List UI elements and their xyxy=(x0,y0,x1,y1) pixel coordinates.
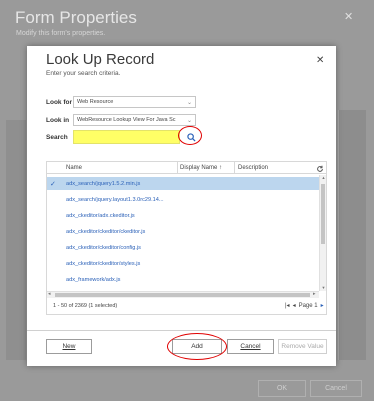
look-in-select[interactable]: WebResource Lookup View For Java Sc ⌄ xyxy=(73,114,196,126)
page-label: Page 1 xyxy=(298,302,318,309)
grid-header: Name Display Name ↑ Description xyxy=(47,162,326,174)
first-page-icon[interactable]: |◂ xyxy=(285,302,290,309)
table-row[interactable]: adx_ckeditor/adx.ckeditor.js xyxy=(47,209,319,222)
table-row[interactable]: adx_ckeditor/ckeditor/styles.js xyxy=(47,257,319,270)
table-row[interactable]: adx_framework/adx.js xyxy=(47,273,319,286)
scroll-right-icon[interactable]: ▸ xyxy=(313,291,316,297)
look-for-label: Look for xyxy=(46,99,72,106)
form-cancel-button[interactable]: Cancel xyxy=(310,380,362,397)
table-row[interactable]: adx_ckeditor/ckeditor/ckeditor.js xyxy=(47,225,319,238)
search-label: Search xyxy=(46,134,68,141)
annotation-circle-search xyxy=(178,126,202,145)
cancel-button[interactable]: Cancel xyxy=(227,339,274,354)
cancel-button-label: Cancel xyxy=(240,343,261,350)
scroll-up-icon[interactable]: ▲ xyxy=(320,175,327,180)
record-count-status: 1 - 50 of 2369 (1 selected) xyxy=(53,303,118,309)
vertical-scroll-thumb[interactable] xyxy=(321,184,325,244)
refresh-icon[interactable] xyxy=(316,165,324,175)
background-panel xyxy=(6,120,26,360)
horizontal-scroll-thumb[interactable] xyxy=(55,293,310,297)
column-divider xyxy=(234,162,235,174)
vertical-scrollbar[interactable]: ▲ ▼ xyxy=(319,175,326,291)
chevron-down-icon: ⌄ xyxy=(186,99,192,106)
dialog-title: Look Up Record xyxy=(46,51,155,68)
row-name[interactable]: adx_search/jquery.layout1.3.0rc29.14... xyxy=(66,197,164,203)
column-header-description[interactable]: Description xyxy=(238,165,268,171)
dialog-close-icon[interactable]: ✕ xyxy=(316,55,324,66)
annotation-circle-add xyxy=(167,333,227,360)
look-for-value: Web Resource xyxy=(77,99,114,105)
grid-body: ✓ adx_search/jquery1.5.2.min.js adx_sear… xyxy=(47,175,319,291)
next-page-icon[interactable]: ▸ xyxy=(321,302,324,309)
background-scroll-pane xyxy=(338,110,366,360)
remove-value-button[interactable]: Remove Value xyxy=(278,339,327,354)
row-name[interactable]: adx_search/jquery1.5.2.min.js xyxy=(66,181,140,187)
column-header-display-name[interactable]: Display Name ↑ xyxy=(180,165,222,171)
look-for-select[interactable]: Web Resource ⌄ xyxy=(73,96,196,108)
table-row[interactable]: adx_ckeditor/ckeditor/config.js xyxy=(47,241,319,254)
form-properties-subtitle: Modify this form's properties. xyxy=(16,30,106,37)
column-divider xyxy=(177,162,178,174)
lookup-record-dialog: Look Up Record Enter your search criteri… xyxy=(27,46,336,366)
chevron-down-icon: ⌄ xyxy=(186,117,192,124)
check-icon: ✓ xyxy=(50,180,56,188)
new-button[interactable]: New xyxy=(46,339,92,354)
row-name[interactable]: adx_ckeditor/ckeditor/ckeditor.js xyxy=(66,229,145,235)
search-input[interactable] xyxy=(73,130,180,144)
look-in-label: Look in xyxy=(46,117,70,124)
remove-value-label: Remove Value xyxy=(281,343,324,350)
scroll-left-icon[interactable]: ◂ xyxy=(48,291,51,297)
row-name[interactable]: adx_ckeditor/ckeditor/styles.js xyxy=(66,261,140,267)
ok-button[interactable]: OK xyxy=(258,380,306,397)
look-in-value: WebResource Lookup View For Java Sc xyxy=(77,117,176,123)
horizontal-scrollbar[interactable]: ◂ ▸ xyxy=(47,291,319,298)
dialog-subtitle: Enter your search criteria. xyxy=(46,70,121,77)
prev-page-icon[interactable]: ◂ xyxy=(293,302,296,309)
column-header-name[interactable]: Name xyxy=(66,165,82,171)
table-row[interactable]: adx_search/jquery.layout1.3.0rc29.14... xyxy=(47,193,319,206)
row-name[interactable]: adx_ckeditor/adx.ckeditor.js xyxy=(66,213,135,219)
new-button-label: New xyxy=(62,343,76,350)
form-properties-title: Form Properties xyxy=(15,8,137,27)
pager: |◂ ◂ Page 1 ▸ xyxy=(285,302,324,310)
results-grid: Name Display Name ↑ Description ✓ adx_se… xyxy=(46,161,327,315)
close-icon[interactable]: ✕ xyxy=(344,10,353,23)
footer-divider xyxy=(27,330,336,331)
scroll-down-icon[interactable]: ▼ xyxy=(320,285,327,290)
row-name[interactable]: adx_ckeditor/ckeditor/config.js xyxy=(66,245,141,251)
table-row[interactable]: ✓ adx_search/jquery1.5.2.min.js xyxy=(47,177,319,190)
row-name[interactable]: adx_framework/adx.js xyxy=(66,277,120,283)
